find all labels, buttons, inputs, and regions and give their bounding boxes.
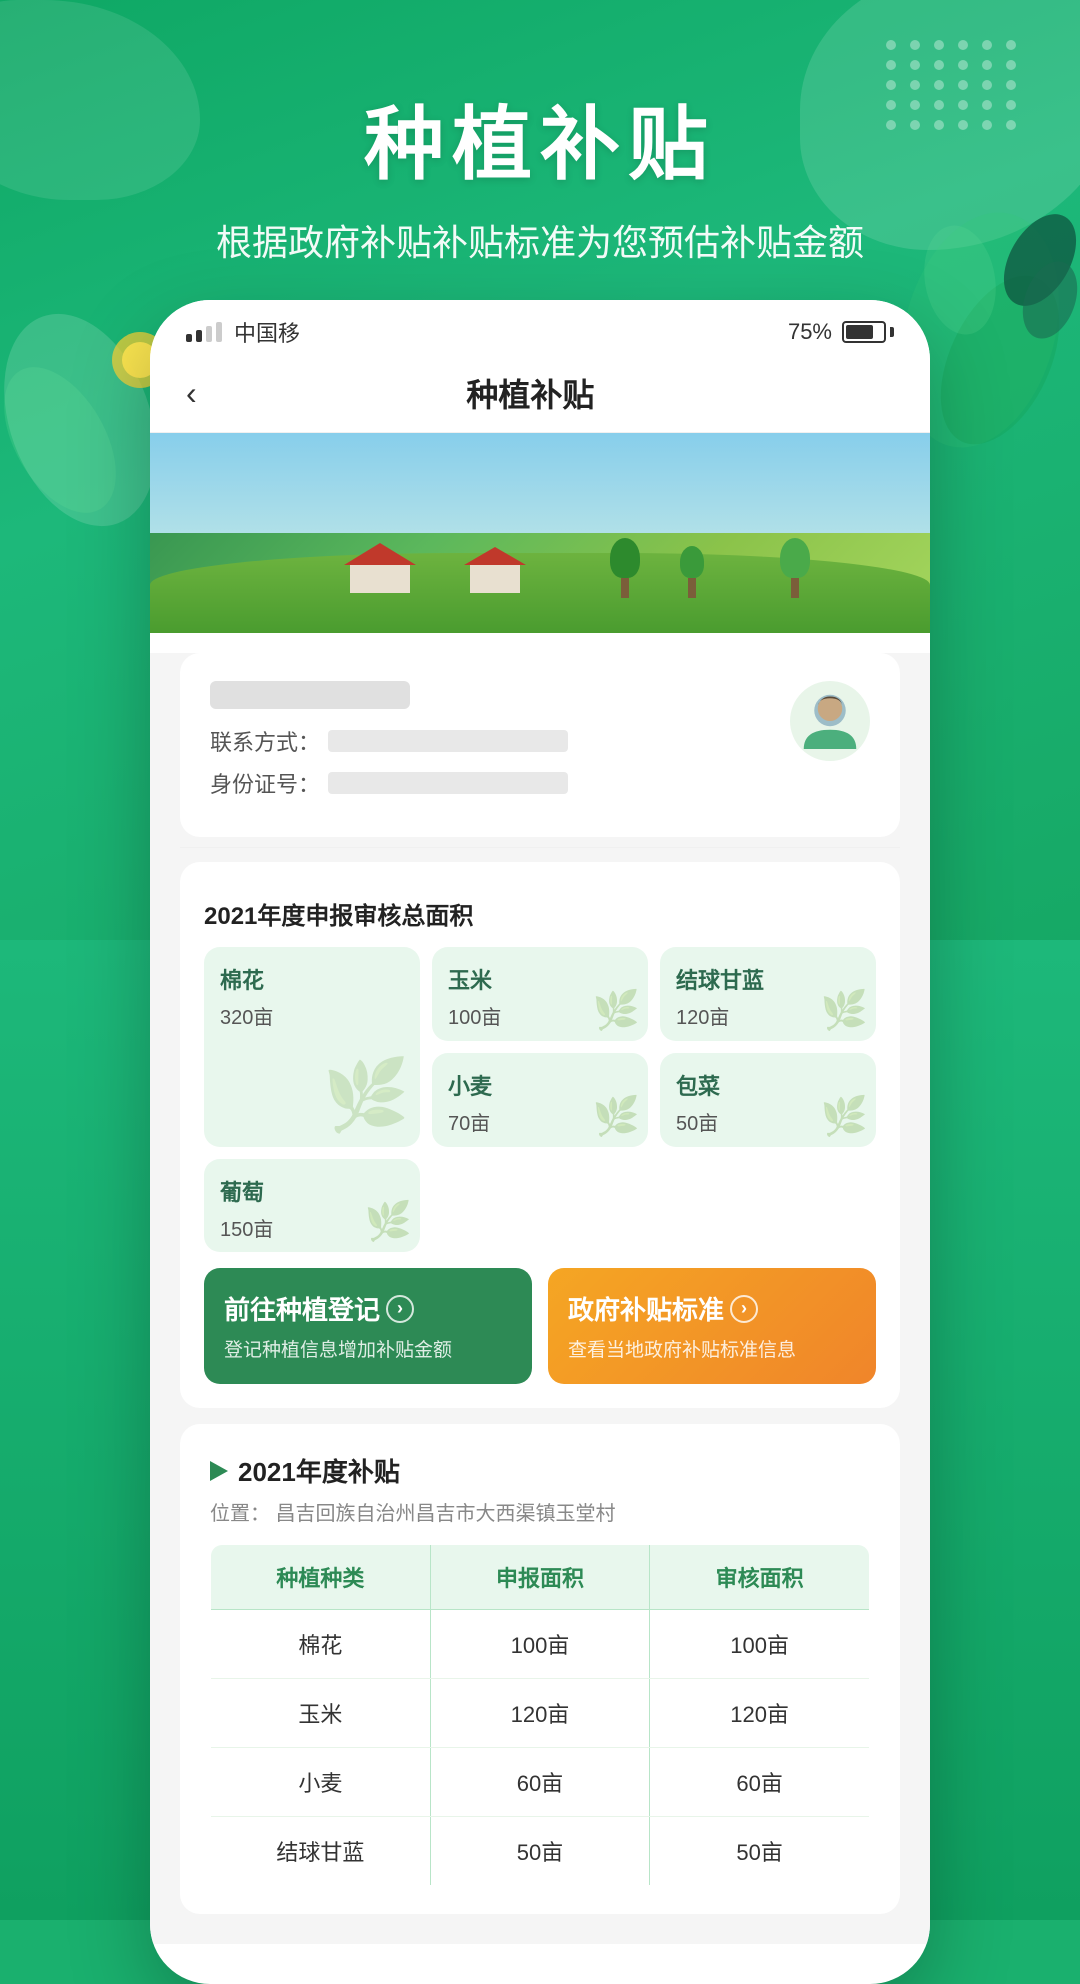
triangle-icon <box>210 1461 228 1481</box>
subsidy-table: 种植种类 申报面积 审核面积 棉花100亩100亩玉米120亩120亩小麦60亩… <box>210 1544 870 1886</box>
contact-value-blur <box>328 730 568 752</box>
user-card: 联系方式： 身份证号： <box>180 653 900 837</box>
phone-mockup: 中国移 75% ‹ 种植补贴 <box>150 300 930 1984</box>
crop-card-3: 包菜50亩🌿 <box>660 1053 876 1147</box>
cell-approved-3: 50亩 <box>650 1817 870 1886</box>
cell-approved-0: 100亩 <box>650 1610 870 1679</box>
crop-section-title: 2021年度申报审核总面积 <box>204 896 876 931</box>
header-area: 种植补贴 根据政府补贴补贴标准为您预估补贴金额 <box>0 80 1080 266</box>
hero-banner <box>150 433 930 633</box>
user-contact-field: 联系方式： <box>210 725 790 757</box>
user-id-field: 身份证号： <box>210 767 790 799</box>
content-area: 联系方式： 身份证号： 20 <box>150 653 930 1944</box>
avatar <box>790 681 870 761</box>
col-header-reported: 申报面积 <box>430 1545 650 1610</box>
crop-area-cotton: 320亩 <box>220 1001 404 1030</box>
back-button[interactable]: ‹ <box>186 375 197 412</box>
crop-card-cotton: 棉花 320亩 🌿 <box>204 947 420 1147</box>
signal-area: 中国移 <box>186 316 300 348</box>
crop-card-1: 结球甘蓝120亩🌿 <box>660 947 876 1041</box>
contact-label: 联系方式： <box>210 725 320 757</box>
crop-section-card: 2021年度申报审核总面积 棉花 320亩 🌿 玉米100亩🌿结球甘蓝120亩🌿小麦7… <box>180 862 900 1408</box>
battery-icon <box>842 321 894 343</box>
hero-house-2 <box>470 543 520 593</box>
hero-tree-2 <box>680 546 704 598</box>
cell-crop-0: 棉花 <box>211 1610 431 1679</box>
id-value-blur <box>328 772 568 794</box>
user-info: 联系方式： 身份证号： <box>210 681 790 809</box>
register-button-title: 前往种植登记 › <box>224 1290 512 1327</box>
divider-1 <box>180 847 900 848</box>
register-button-desc: 登记种植信息增加补贴金额 <box>224 1335 512 1362</box>
standard-button-desc: 查看当地政府补贴标准信息 <box>568 1335 856 1362</box>
cell-approved-2: 60亩 <box>650 1748 870 1817</box>
cell-reported-2: 60亩 <box>430 1748 650 1817</box>
location-text: 位置： 昌吉回族自治州昌吉市大西渠镇玉堂村 <box>210 1497 870 1526</box>
hero-house-1 <box>350 543 410 593</box>
signal-icon <box>186 322 222 342</box>
page-title: 种植补贴 <box>0 80 1080 196</box>
crop-name-cotton: 棉花 <box>220 963 404 995</box>
crop-card-2: 小麦70亩🌿 <box>432 1053 648 1147</box>
cell-reported-3: 50亩 <box>430 1817 650 1886</box>
table-row: 棉花100亩100亩 <box>211 1610 870 1679</box>
action-row: 前往种植登记 › 登记种植信息增加补贴金额 政府补贴标准 › 查看当地政府补贴标… <box>204 1268 876 1384</box>
battery-percent: 75% <box>788 319 832 345</box>
cell-crop-3: 结球甘蓝 <box>211 1817 431 1886</box>
standard-button-title: 政府补贴标准 › <box>568 1290 856 1327</box>
cell-crop-1: 玉米 <box>211 1679 431 1748</box>
col-header-approved: 审核面积 <box>650 1545 870 1610</box>
cell-crop-2: 小麦 <box>211 1748 431 1817</box>
nav-bar: ‹ 种植补贴 <box>150 356 930 433</box>
table-row: 玉米120亩120亩 <box>211 1679 870 1748</box>
table-row: 小麦60亩60亩 <box>211 1748 870 1817</box>
table-row: 结球甘蓝50亩50亩 <box>211 1817 870 1886</box>
cell-reported-0: 100亩 <box>430 1610 650 1679</box>
subsidy-card: 2021年度补贴 位置： 昌吉回族自治州昌吉市大西渠镇玉堂村 种植种类 申报面积… <box>180 1424 900 1914</box>
status-bar: 中国移 75% <box>150 300 930 356</box>
subsidy-title: 2021年度补贴 <box>238 1452 400 1489</box>
crop-card-0: 玉米100亩🌿 <box>432 947 648 1041</box>
id-label: 身份证号： <box>210 767 320 799</box>
crop-grid: 棉花 320亩 🌿 玉米100亩🌿结球甘蓝120亩🌿小麦70亩🌿包菜50亩🌿 葡萄150… <box>204 947 876 1252</box>
hero-tree-3 <box>780 538 810 598</box>
subsidy-header: 2021年度补贴 <box>210 1452 870 1489</box>
col-header-crop: 种植种类 <box>211 1545 431 1610</box>
crop-icon-cotton: 🌿 <box>323 1055 410 1137</box>
table-header-row: 种植种类 申报面积 审核面积 <box>211 1545 870 1610</box>
page-subtitle: 根据政府补贴补贴标准为您预估补贴金额 <box>0 214 1080 266</box>
standard-arrow-icon: › <box>730 1295 758 1323</box>
cell-reported-1: 120亩 <box>430 1679 650 1748</box>
standard-button[interactable]: 政府补贴标准 › 查看当地政府补贴标准信息 <box>548 1268 876 1384</box>
register-button[interactable]: 前往种植登记 › 登记种植信息增加补贴金额 <box>204 1268 532 1384</box>
crop-card-4: 葡萄150亩🌿 <box>204 1159 420 1252</box>
status-right: 75% <box>788 319 894 345</box>
register-arrow-icon: › <box>386 1295 414 1323</box>
user-name-blur <box>210 681 410 709</box>
carrier-text: 中国移 <box>234 316 300 348</box>
hero-tree-1 <box>610 538 640 598</box>
cell-approved-1: 120亩 <box>650 1679 870 1748</box>
nav-title: 种植补贴 <box>217 370 844 416</box>
